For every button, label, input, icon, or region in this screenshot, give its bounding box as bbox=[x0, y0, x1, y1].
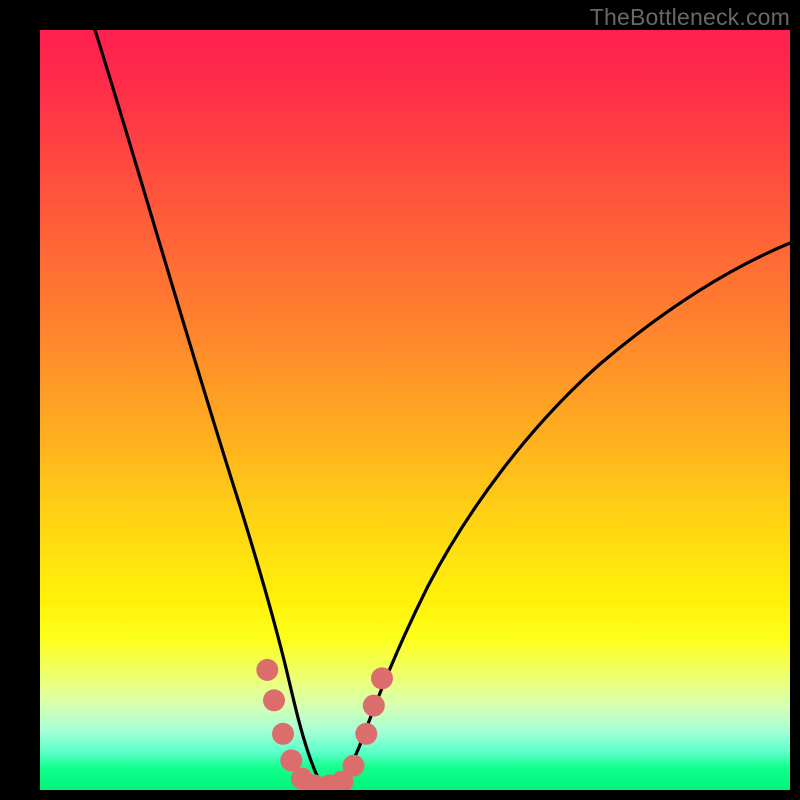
marker-dot bbox=[343, 755, 365, 777]
watermark-text: TheBottleneck.com bbox=[590, 4, 790, 31]
bottleneck-curve-right bbox=[335, 243, 790, 787]
marker-dot bbox=[355, 723, 377, 745]
chart-frame: TheBottleneck.com bbox=[0, 0, 800, 800]
curve-layer bbox=[40, 30, 790, 790]
marker-dot bbox=[371, 667, 393, 689]
marker-group bbox=[256, 659, 393, 790]
marker-dot bbox=[363, 695, 385, 717]
marker-dot bbox=[272, 723, 294, 745]
marker-dot bbox=[256, 659, 278, 681]
marker-dot bbox=[263, 689, 285, 711]
plot-area bbox=[40, 30, 790, 790]
bottleneck-curve-left bbox=[95, 30, 325, 787]
